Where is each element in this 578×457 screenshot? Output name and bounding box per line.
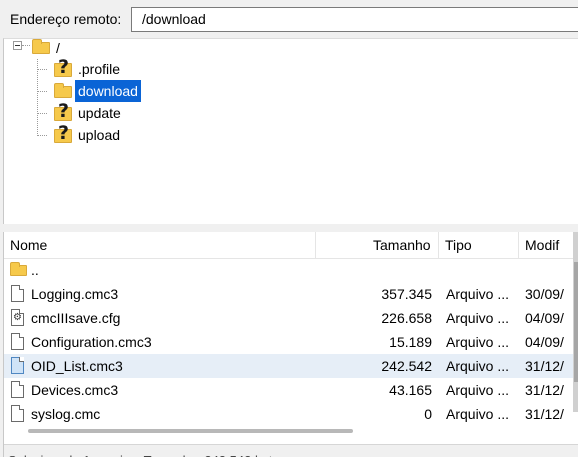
file-row[interactable]: Logging.cmc3 357.345 Arquivo ... 30/09/ — [4, 282, 576, 306]
column-header-size[interactable]: Tamanho — [373, 232, 431, 258]
parent-directory-row[interactable]: .. — [4, 258, 576, 282]
folder-icon — [32, 39, 50, 54]
file-row[interactable]: syslog.cmc 0 Arquivo ... 31/12/ — [4, 402, 576, 426]
file-type: Arquivo ... — [446, 310, 510, 326]
file-name: Logging.cmc3 — [31, 286, 119, 302]
file-row[interactable]: ⚙ cmcIIIsave.cfg 226.658 Arquivo ... 04/… — [4, 306, 576, 330]
file-row-selected[interactable]: OID_List.cmc3 242.542 Arquivo ... 31/12/ — [4, 354, 576, 378]
file-icon — [11, 333, 24, 350]
config-file-icon: ⚙ — [11, 309, 24, 326]
file-name: Configuration.cmc3 — [31, 334, 152, 350]
file-icon — [11, 357, 24, 374]
file-type: Arquivo ... — [446, 406, 510, 422]
file-name: syslog.cmc — [31, 406, 101, 422]
tree-item-download[interactable]: download — [4, 80, 304, 102]
column-header-name[interactable]: Nome — [10, 232, 47, 258]
unknown-folder-icon: ? — [54, 101, 72, 121]
file-name: Devices.cmc3 — [31, 382, 119, 398]
tree-item-profile[interactable]: ? .profile — [4, 57, 304, 80]
tree-item-upload[interactable]: ? upload — [4, 123, 304, 146]
file-modified: 04/09/ — [525, 334, 564, 350]
file-name: OID_List.cmc3 — [31, 358, 123, 374]
file-icon — [11, 285, 24, 302]
tree-item-label: upload — [78, 127, 121, 143]
file-modified: 30/09/ — [525, 286, 564, 302]
file-name: .. — [31, 262, 39, 278]
file-size: 15.189 — [389, 334, 432, 350]
tree-item-label: download — [75, 80, 141, 102]
file-size: 357.345 — [381, 286, 432, 302]
file-type: Arquivo ... — [446, 286, 510, 302]
folder-icon — [10, 262, 27, 276]
file-type: Arquivo ... — [446, 358, 510, 374]
file-row[interactable]: Configuration.cmc3 15.189 Arquivo ... 04… — [4, 330, 576, 354]
vertical-scrollbar[interactable] — [573, 232, 578, 412]
column-header-type[interactable]: Tipo — [445, 232, 472, 258]
file-modified: 04/09/ — [525, 310, 564, 326]
file-type: Arquivo ... — [446, 382, 510, 398]
file-type: Arquivo ... — [446, 334, 510, 350]
unknown-folder-icon: ? — [54, 57, 72, 77]
file-row[interactable]: Devices.cmc3 43.165 Arquivo ... 31/12/ — [4, 378, 576, 402]
remote-directory-tree[interactable]: / ? .profile download ? update ? upload — [3, 38, 578, 225]
collapse-icon[interactable] — [13, 41, 22, 50]
column-header-modified[interactable]: Modif — [525, 232, 559, 258]
tree-item-label: update — [78, 105, 121, 121]
remote-address-bar: Endereço remoto: /download — [0, 0, 578, 38]
remote-address-label: Endereço remoto: — [10, 11, 122, 27]
file-modified: 31/12/ — [525, 358, 564, 374]
file-icon — [11, 405, 24, 422]
horizontal-scrollbar[interactable] — [28, 429, 353, 433]
status-bar: Selecionado 1 arquivo. Tamanho: 242.542 … — [4, 444, 578, 457]
file-modified: 31/12/ — [525, 406, 564, 422]
tree-item-root[interactable]: / — [4, 37, 304, 59]
pane-splitter[interactable] — [0, 224, 578, 232]
file-list-header: Nome Tamanho Tipo Modif — [4, 232, 578, 259]
file-size: 226.658 — [381, 310, 432, 326]
file-size: 0 — [424, 406, 432, 422]
tree-item-label: .profile — [78, 61, 121, 77]
remote-address-input[interactable]: /download — [131, 7, 578, 32]
file-icon — [11, 381, 24, 398]
remote-file-list[interactable]: Nome Tamanho Tipo Modif .. Logging.cmc3 … — [3, 232, 578, 457]
file-name: cmcIIIsave.cfg — [31, 310, 121, 326]
unknown-folder-icon: ? — [54, 123, 72, 143]
file-size: 242.542 — [381, 358, 432, 374]
file-modified: 31/12/ — [525, 382, 564, 398]
file-size: 43.165 — [389, 382, 432, 398]
folder-icon — [54, 83, 72, 98]
tree-item-update[interactable]: ? update — [4, 101, 304, 124]
